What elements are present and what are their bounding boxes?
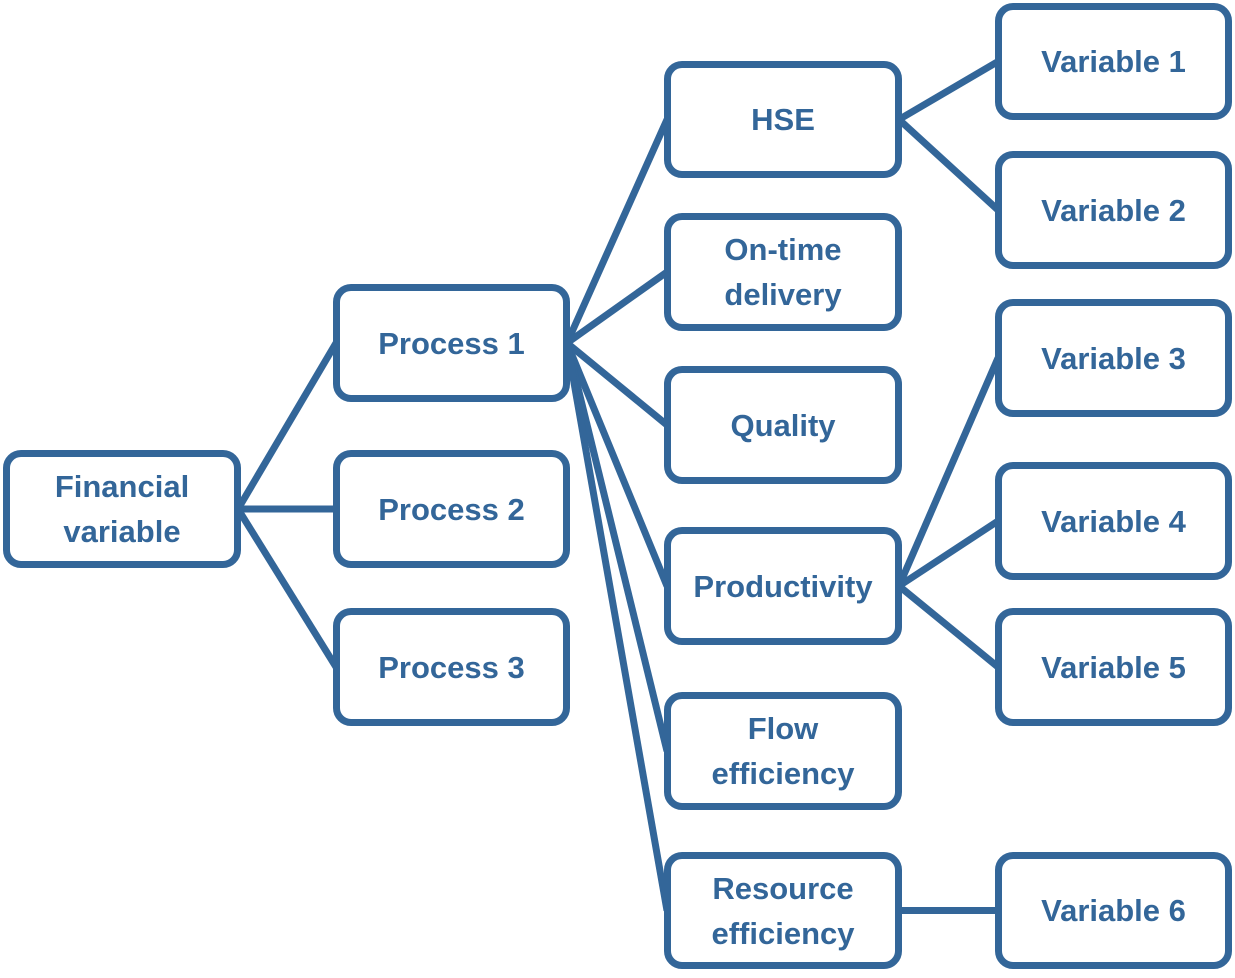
node-quality: Quality <box>664 366 902 484</box>
node-variable-6: Variable 6 <box>995 852 1232 969</box>
node-process-1: Process 1 <box>333 284 570 402</box>
connector-financial-variable-to-process-3 <box>235 507 339 669</box>
connector-process-1-to-resource-efficiency <box>563 342 671 912</box>
node-resource-efficiency: Resource efficiency <box>664 852 902 969</box>
node-variable-5: Variable 5 <box>995 608 1232 726</box>
node-variable-2: Variable 2 <box>995 151 1232 269</box>
node-on-time-delivery: On-time delivery <box>664 213 902 331</box>
connector-productivity-to-variable-5 <box>896 583 1001 670</box>
node-process-2: Process 2 <box>333 450 570 568</box>
node-financial-variable: Financial variable <box>3 450 241 568</box>
node-variable-4: Variable 4 <box>995 462 1232 580</box>
connector-hse-to-variable-2 <box>896 116 1001 213</box>
connector-financial-variable-to-process-1 <box>234 341 340 511</box>
node-hse: HSE <box>664 61 902 178</box>
node-variable-1: Variable 1 <box>995 3 1232 120</box>
node-productivity: Productivity <box>664 527 902 645</box>
node-flow-efficiency: Flow efficiency <box>664 692 902 810</box>
node-variable-3: Variable 3 <box>995 299 1232 417</box>
connector-hse-to-variable-1 <box>897 58 1000 123</box>
node-process-3: Process 3 <box>333 608 570 726</box>
